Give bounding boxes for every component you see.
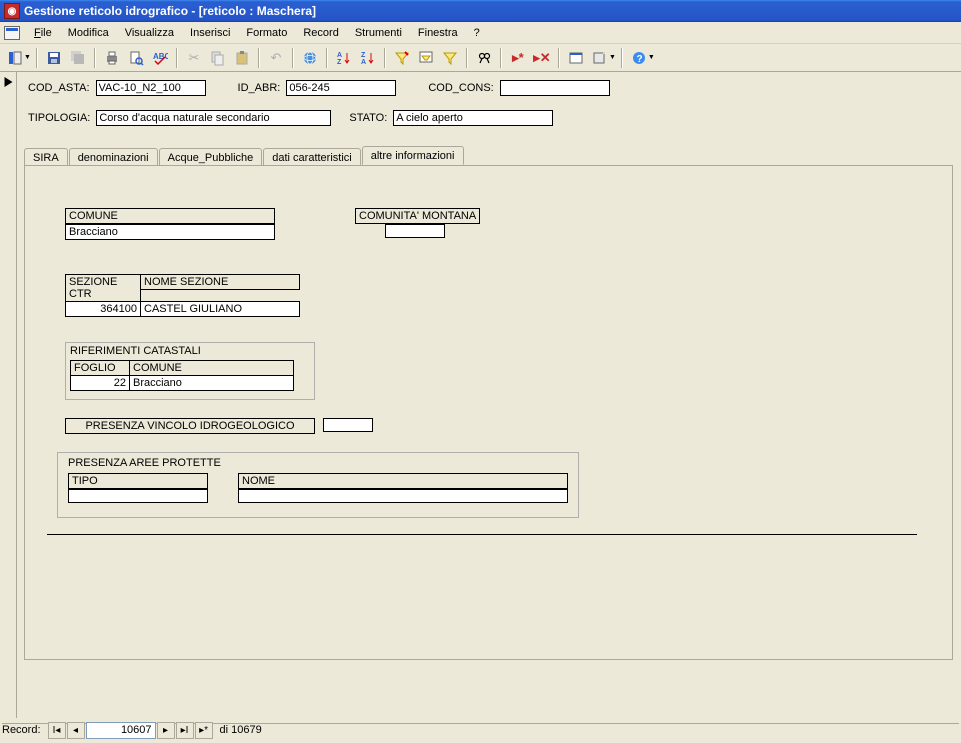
find-icon[interactable] (473, 47, 495, 69)
vincolo-value[interactable] (323, 418, 373, 432)
svg-text:A: A (337, 52, 342, 59)
foglio-value[interactable]: 22 (70, 375, 130, 391)
menu-strumenti[interactable]: Strumenti (347, 25, 410, 41)
id-abr-label: ID_ABR: (238, 82, 281, 94)
save-icon[interactable] (43, 47, 65, 69)
print-icon[interactable] (101, 47, 123, 69)
view-dropdown-icon[interactable] (4, 47, 26, 69)
cut-icon[interactable]: ✂ (183, 47, 205, 69)
form-canvas: COD_ASTA: ID_ABR: COD_CONS: TIPOLOGIA: S… (18, 72, 959, 716)
menu-formato[interactable]: Formato (238, 25, 295, 41)
record-number-input[interactable] (86, 722, 156, 739)
copy-icon[interactable] (207, 47, 229, 69)
menu-bar: File Modifica Visualizza Inserisci Forma… (0, 22, 961, 44)
undo-icon[interactable]: ↶ (265, 47, 287, 69)
nome-sezione-value[interactable]: CASTEL GIULIANO (140, 301, 300, 317)
current-record-icon (2, 76, 15, 88)
apply-filter-icon[interactable] (439, 47, 461, 69)
form-area: COD_ASTA: ID_ABR: COD_CONS: TIPOLOGIA: S… (0, 72, 961, 718)
tipologia-input[interactable] (96, 110, 331, 126)
cod-asta-label: COD_ASTA: (28, 82, 90, 94)
tipologia-label: TIPOLOGIA: (28, 112, 90, 124)
svg-text:?: ? (636, 54, 642, 65)
toolbar: ▼ ABC ✂ ↶ AZ ZA ▸* ▸✕ ▼ ? ▼ (0, 44, 961, 72)
cod-asta-input[interactable] (96, 80, 206, 96)
dropdown-arrow-icon[interactable]: ▼ (24, 54, 31, 61)
hyperlink-icon[interactable] (299, 47, 321, 69)
app-icon: ◉ (4, 3, 20, 19)
nav-prev-button[interactable]: ◂ (67, 722, 85, 739)
menu-record[interactable]: Record (295, 25, 346, 41)
foglio-label: FOGLIO (70, 360, 130, 376)
tabs: SIRA denominazioni Acque_Pubbliche dati … (24, 146, 953, 165)
save-multi-icon[interactable] (67, 47, 89, 69)
svg-text:ABC: ABC (153, 52, 168, 61)
riferimenti-catastali-box: RIFERIMENTI CATASTALI FOGLIOCOMUNE 22Bra… (65, 342, 315, 400)
nome-label: NOME (238, 473, 568, 489)
menu-inserisci[interactable]: Inserisci (182, 25, 238, 41)
database-window-icon[interactable] (565, 47, 587, 69)
nav-next-button[interactable]: ▸ (157, 722, 175, 739)
comune-label: COMUNE (65, 208, 275, 224)
menu-modifica[interactable]: Modifica (60, 25, 117, 41)
comunita-montana-value[interactable] (385, 224, 445, 238)
form-view-icon[interactable] (4, 26, 20, 40)
tipo-value[interactable] (68, 489, 208, 503)
tab-dati-caratteristici[interactable]: dati caratteristici (263, 148, 360, 166)
id-abr-input[interactable] (286, 80, 396, 96)
svg-text:Z: Z (361, 52, 366, 59)
record-total-label: di 10679 (220, 724, 262, 736)
cod-cons-label: COD_CONS: (428, 82, 493, 94)
spellcheck-icon[interactable]: ABC (149, 47, 171, 69)
tab-sira[interactable]: SIRA (24, 148, 68, 166)
delete-record-icon[interactable]: ▸✕ (531, 47, 553, 69)
nome-sezione-label: NOME SEZIONE (140, 274, 300, 290)
svg-text:Z: Z (337, 59, 342, 66)
sezione-ctr-label: SEZIONE CTR (65, 274, 141, 302)
record-label: Record: (2, 724, 41, 736)
menu-visualizza[interactable]: Visualizza (117, 25, 182, 41)
sezione-ctr-value[interactable]: 364100 (65, 301, 141, 317)
filter-form-icon[interactable] (415, 47, 437, 69)
title-bar: ◉ Gestione reticolo idrografico - [retic… (0, 0, 961, 22)
sort-asc-icon[interactable]: AZ (333, 47, 355, 69)
rc-comune-value[interactable]: Bracciano (129, 375, 294, 391)
tab-altre-informazioni[interactable]: altre informazioni (362, 146, 464, 165)
help-icon[interactable]: ? (628, 47, 650, 69)
cod-cons-input[interactable] (500, 80, 610, 96)
print-preview-icon[interactable] (125, 47, 147, 69)
divider-line (47, 534, 917, 535)
nav-last-button[interactable]: ▸I (176, 722, 194, 739)
window-title: Gestione reticolo idrografico - [reticol… (24, 4, 316, 18)
aree-protette-title: PRESENZA AREE PROTETTE (68, 457, 221, 469)
menu-finestra[interactable]: Finestra (410, 25, 466, 41)
sort-desc-icon[interactable]: ZA (357, 47, 379, 69)
record-navigator: Record: I◂ ◂ ▸ ▸I ▸* di 10679 (2, 720, 262, 740)
riferimenti-catastali-title: RIFERIMENTI CATASTALI (70, 345, 201, 357)
paste-icon[interactable] (231, 47, 253, 69)
aree-protette-box: PRESENZA AREE PROTETTE TIPO NOME (57, 452, 579, 518)
tab-panel-altre-informazioni: COMUNE Bracciano COMUNITA' MONTANA SEZIO… (24, 165, 953, 660)
nav-new-button[interactable]: ▸* (195, 722, 213, 739)
menu-file[interactable]: File (26, 25, 60, 41)
menu-help[interactable]: ? (466, 25, 488, 41)
stato-input[interactable] (393, 110, 553, 126)
new-object-icon[interactable] (589, 47, 611, 69)
help-arrow-icon[interactable]: ▼ (648, 54, 655, 61)
new-record-icon[interactable]: ▸* (507, 47, 529, 69)
vincolo-label: PRESENZA VINCOLO IDROGEOLOGICO (65, 418, 315, 434)
record-selector-rail[interactable] (1, 72, 17, 718)
svg-text:A: A (361, 59, 366, 66)
tipo-label: TIPO (68, 473, 208, 489)
tab-denominazioni[interactable]: denominazioni (69, 148, 158, 166)
nav-first-button[interactable]: I◂ (48, 722, 66, 739)
tab-acque-pubbliche[interactable]: Acque_Pubbliche (159, 148, 263, 166)
comune-value[interactable]: Bracciano (65, 224, 275, 240)
nome-value[interactable] (238, 489, 568, 503)
new-object-arrow-icon[interactable]: ▼ (609, 54, 616, 61)
rc-comune-label: COMUNE (129, 360, 294, 376)
comunita-montana-label: COMUNITA' MONTANA (355, 208, 480, 224)
filter-selection-icon[interactable] (391, 47, 413, 69)
stato-label: STATO: (349, 112, 387, 124)
